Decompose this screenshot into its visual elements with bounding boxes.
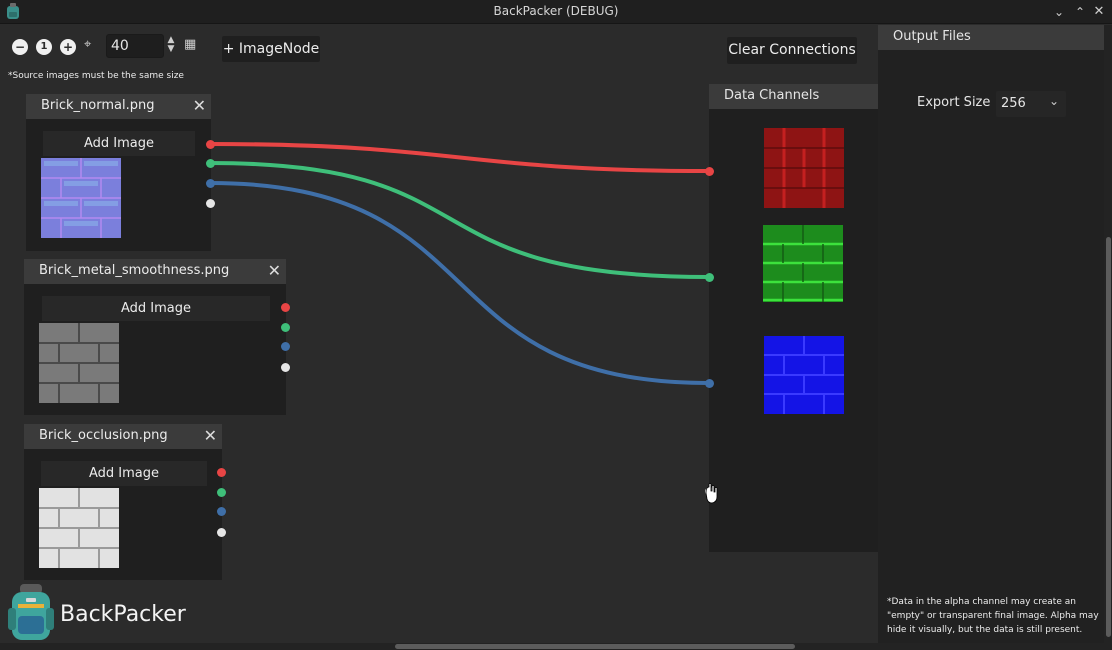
node-title: Brick_normal.png: [41, 98, 155, 113]
panel-title: Output Files: [893, 29, 971, 44]
brand-name: BackPacker: [60, 602, 186, 627]
blue-channel-preview: [764, 336, 844, 414]
output-files-panel: Output Files Export Size 256 ⌄ *Data in …: [878, 25, 1104, 643]
clear-connections-button[interactable]: Clear Connections: [727, 37, 857, 64]
green-output-port[interactable]: [217, 488, 226, 497]
normal-map-thumbnail: [41, 158, 121, 238]
blue-output-port[interactable]: [217, 507, 226, 516]
close-icon[interactable]: ✕: [268, 261, 281, 280]
blue-output-port[interactable]: [281, 342, 290, 351]
window-title: BackPacker (DEBUG): [493, 4, 619, 18]
node-header[interactable]: Brick_normal.png ✕: [26, 94, 211, 119]
panel-header: Output Files: [878, 25, 1104, 50]
blue-input-port[interactable]: [705, 379, 714, 388]
alpha-channel-note: *Data in the alpha channel may create an…: [887, 597, 1099, 635]
node-title: Data Channels: [724, 88, 820, 103]
red-output-port[interactable]: [217, 468, 226, 477]
zoom-in-button[interactable]: +: [60, 39, 76, 55]
reset-zoom-button[interactable]: 1: [36, 39, 52, 55]
red-input-port[interactable]: [705, 167, 714, 176]
scrollbar-thumb[interactable]: [1106, 237, 1111, 637]
mouse-cursor-icon: [705, 483, 718, 504]
node-title: Brick_metal_smoothness.png: [39, 263, 230, 278]
zoom-input[interactable]: [106, 34, 164, 58]
alpha-output-port[interactable]: [206, 199, 215, 208]
metal-smoothness-thumbnail: [39, 323, 119, 403]
add-image-button[interactable]: Add Image: [42, 296, 270, 321]
alpha-output-port[interactable]: [281, 363, 290, 372]
zoom-stepper-icon[interactable]: ▲ ▼: [166, 36, 176, 54]
blue-output-port[interactable]: [206, 179, 215, 188]
data-channels-node[interactable]: Data Channels: [705, 84, 878, 552]
snap-grid-icon[interactable]: ⌖: [84, 37, 91, 52]
green-input-port[interactable]: [705, 273, 714, 282]
red-output-port[interactable]: [281, 303, 290, 312]
chevron-down-icon: ⌄: [1049, 94, 1060, 108]
node-header[interactable]: Brick_occlusion.png ✕: [24, 424, 222, 449]
node-header[interactable]: Data Channels: [709, 84, 878, 109]
title-bar: BackPacker (DEBUG) ⌄ ⌃ ✕: [0, 0, 1112, 24]
export-size-value: 256: [1001, 96, 1026, 111]
export-size-select[interactable]: 256 ⌄: [996, 91, 1066, 117]
close-icon[interactable]: ✕: [193, 96, 206, 115]
image-node-brick-occlusion[interactable]: Brick_occlusion.png ✕ Add Image: [24, 424, 226, 580]
occlusion-thumbnail: [39, 488, 119, 568]
add-image-button[interactable]: Add Image: [41, 461, 207, 486]
close-window-icon[interactable]: ✕: [1090, 3, 1108, 21]
minimap-icon[interactable]: ▦: [184, 37, 196, 52]
green-output-port[interactable]: [281, 323, 290, 332]
image-node-brick-metal-smoothness[interactable]: Brick_metal_smoothness.png ✕ Add Image: [24, 259, 290, 415]
export-size-label: Export Size: [917, 95, 991, 110]
maximize-icon[interactable]: ⌃: [1071, 3, 1089, 21]
image-node-brick-normal[interactable]: Brick_normal.png ✕ Add Image: [26, 94, 215, 251]
red-channel-preview: [764, 128, 844, 208]
node-header[interactable]: Brick_metal_smoothness.png ✕: [24, 259, 286, 284]
add-image-node-button[interactable]: + ImageNode: [222, 36, 320, 62]
red-output-port[interactable]: [206, 140, 215, 149]
minimize-icon[interactable]: ⌄: [1050, 3, 1068, 21]
green-channel-preview: [763, 225, 843, 302]
source-size-note: *Source images must be the same size: [8, 71, 184, 81]
green-output-port[interactable]: [206, 159, 215, 168]
add-image-button[interactable]: Add Image: [43, 131, 195, 156]
alpha-output-port[interactable]: [217, 528, 226, 537]
scrollbar-thumb[interactable]: [395, 644, 795, 649]
horizontal-scrollbar[interactable]: [0, 643, 1112, 650]
zoom-out-button[interactable]: −: [12, 39, 28, 55]
vertical-scrollbar[interactable]: [1104, 25, 1112, 643]
backpack-logo-icon: [8, 584, 54, 640]
close-icon[interactable]: ✕: [204, 426, 217, 445]
node-title: Brick_occlusion.png: [39, 428, 168, 443]
